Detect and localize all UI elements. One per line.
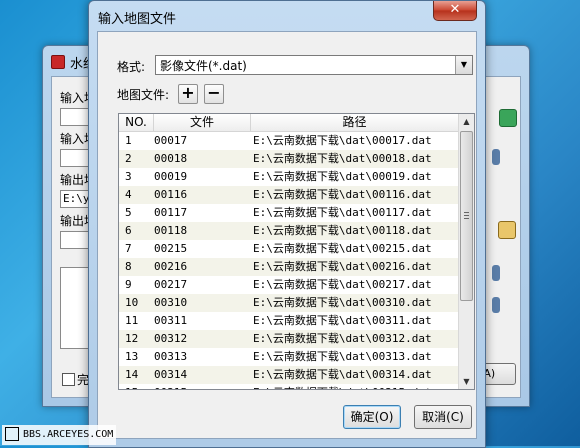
add-file-button[interactable]: +	[178, 84, 198, 104]
remove-file-button[interactable]: −	[204, 84, 224, 104]
vertical-scrollbar[interactable]: ▲ ▼	[458, 114, 474, 389]
complete-checkbox[interactable]	[62, 373, 75, 386]
cell-file: 00117	[154, 206, 188, 219]
cell-file: 00118	[154, 224, 188, 237]
table-row[interactable]: 13 00313 E:\云南数据下载\dat\00313.dat	[119, 348, 459, 366]
input-map-file-dialog: 输入地图文件 ✕ 格式: 影像文件(*.dat) ▼ 地图文件: + − NO.…	[88, 0, 486, 448]
cell-path: E:\云南数据下载\dat\00312.dat	[253, 332, 432, 345]
cell-no: 10	[125, 296, 139, 309]
cell-file: 00314	[154, 368, 188, 381]
ok-button[interactable]: 确定(O)	[343, 405, 401, 429]
cell-path: E:\云南数据下载\dat\00018.dat	[253, 152, 432, 165]
cell-path: E:\云南数据下载\dat\00019.dat	[253, 170, 432, 183]
cell-path: E:\云南数据下载\dat\00117.dat	[253, 206, 432, 219]
cell-path: E:\云南数据下载\dat\00215.dat	[253, 242, 432, 255]
cell-path: E:\云南数据下载\dat\00315.dat	[253, 384, 432, 389]
app-icon	[51, 55, 65, 69]
cell-path: E:\云南数据下载\dat\00311.dat	[253, 314, 432, 327]
cell-no: 15	[125, 384, 138, 389]
cell-path: E:\云南数据下载\dat\00313.dat	[253, 350, 432, 363]
table-row[interactable]: 1 00017 E:\云南数据下载\dat\00017.dat	[119, 132, 459, 150]
table-row[interactable]: 2 00018 E:\云南数据下载\dat\00018.dat	[119, 150, 459, 168]
map-files-label: 地图文件:	[117, 88, 170, 102]
cell-no: 7	[125, 242, 132, 255]
cell-path: E:\云南数据下载\dat\00017.dat	[253, 134, 432, 147]
cell-file: 00315	[154, 384, 187, 389]
cell-no: 14	[125, 368, 139, 381]
list-header: NO. 文件 路径	[119, 114, 459, 132]
cell-file: 00116	[154, 188, 188, 201]
table-row[interactable]: 8 00216 E:\云南数据下载\dat\00216.dat	[119, 258, 459, 276]
watermark-text: BBS.ARCEYES.COM	[23, 429, 114, 440]
dialog-client: 格式: 影像文件(*.dat) ▼ 地图文件: + − NO. 文件 路径 10…	[97, 31, 477, 439]
side-icon-c	[492, 297, 500, 313]
cell-file: 00215	[154, 242, 188, 255]
cell-no: 9	[125, 278, 132, 291]
cell-file: 00216	[154, 260, 188, 273]
cell-path: E:\云南数据下载\dat\00217.dat	[253, 278, 432, 291]
format-select-value: 影像文件(*.dat)	[160, 59, 247, 73]
cell-file: 00018	[154, 152, 188, 165]
cell-file: 00310	[154, 296, 188, 309]
cell-no: 12	[125, 332, 139, 345]
scroll-thumb[interactable]	[460, 131, 473, 301]
side-icon-a	[492, 149, 500, 165]
cell-path: E:\云南数据下载\dat\00314.dat	[253, 368, 432, 381]
cell-file: 00019	[154, 170, 188, 183]
watermark-icon	[5, 427, 19, 441]
cancel-button[interactable]: 取消(C)	[414, 405, 472, 429]
cell-file: 00311	[154, 314, 188, 327]
globe-icon[interactable]	[499, 109, 517, 127]
table-row[interactable]: 4 00116 E:\云南数据下载\dat\00116.dat	[119, 186, 459, 204]
table-row[interactable]: 15 00315 E:\云南数据下载\dat\00315.dat	[119, 384, 459, 389]
table-row[interactable]: 10 00310 E:\云南数据下载\dat\00310.dat	[119, 294, 459, 312]
cell-no: 6	[125, 224, 132, 237]
scroll-up-icon[interactable]: ▲	[459, 114, 474, 129]
list-rows: 1 00017 E:\云南数据下载\dat\00017.dat 2 00018 E:\云南…	[119, 132, 459, 389]
cell-no: 2	[125, 152, 132, 165]
minus-icon: −	[207, 83, 221, 102]
cell-path: E:\云南数据下载\dat\00118.dat	[253, 224, 432, 237]
table-row[interactable]: 11 00311 E:\云南数据下载\dat\00311.dat	[119, 312, 459, 330]
cell-no: 5	[125, 206, 132, 219]
watermark: BBS.ARCEYES.COM	[2, 425, 117, 445]
map-file-list[interactable]: NO. 文件 路径 1 00017 E:\云南数据下载\dat\00017.dat 2…	[118, 113, 475, 390]
cell-file: 00217	[154, 278, 188, 291]
cell-no: 3	[125, 170, 132, 183]
format-label: 格式:	[117, 60, 146, 74]
close-icon: ✕	[449, 2, 461, 17]
table-row[interactable]: 6 00118 E:\云南数据下载\dat\00118.dat	[119, 222, 459, 240]
folder-icon[interactable]	[498, 221, 516, 239]
cell-no: 4	[125, 188, 132, 201]
column-header-path[interactable]: 路径	[251, 114, 459, 131]
cell-file: 00312	[154, 332, 188, 345]
cell-file: 00017	[154, 134, 188, 147]
table-row[interactable]: 9 00217 E:\云南数据下载\dat\00217.dat	[119, 276, 459, 294]
dialog-title: 输入地图文件	[98, 12, 177, 27]
table-row[interactable]: 3 00019 E:\云南数据下载\dat\00019.dat	[119, 168, 459, 186]
cell-file: 00313	[154, 350, 188, 363]
scroll-down-icon[interactable]: ▼	[459, 374, 474, 389]
cell-no: 8	[125, 260, 132, 273]
plus-icon: +	[181, 83, 195, 102]
table-row[interactable]: 12 00312 E:\云南数据下载\dat\00312.dat	[119, 330, 459, 348]
column-header-file[interactable]: 文件	[154, 114, 251, 131]
table-row[interactable]: 5 00117 E:\云南数据下载\dat\00117.dat	[119, 204, 459, 222]
table-row[interactable]: 14 00314 E:\云南数据下载\dat\00314.dat	[119, 366, 459, 384]
column-header-no[interactable]: NO.	[119, 114, 154, 131]
cell-path: E:\云南数据下载\dat\00116.dat	[253, 188, 432, 201]
cell-path: E:\云南数据下载\dat\00310.dat	[253, 296, 432, 309]
table-row[interactable]: 7 00215 E:\云南数据下载\dat\00215.dat	[119, 240, 459, 258]
cell-no: 1	[125, 134, 132, 147]
close-button[interactable]: ✕	[433, 1, 477, 21]
cell-path: E:\云南数据下载\dat\00216.dat	[253, 260, 432, 273]
side-icon-b	[492, 265, 500, 281]
cell-no: 13	[125, 350, 139, 363]
chevron-down-icon: ▼	[455, 56, 472, 74]
format-select[interactable]: 影像文件(*.dat) ▼	[155, 55, 473, 75]
cell-no: 11	[125, 314, 139, 327]
